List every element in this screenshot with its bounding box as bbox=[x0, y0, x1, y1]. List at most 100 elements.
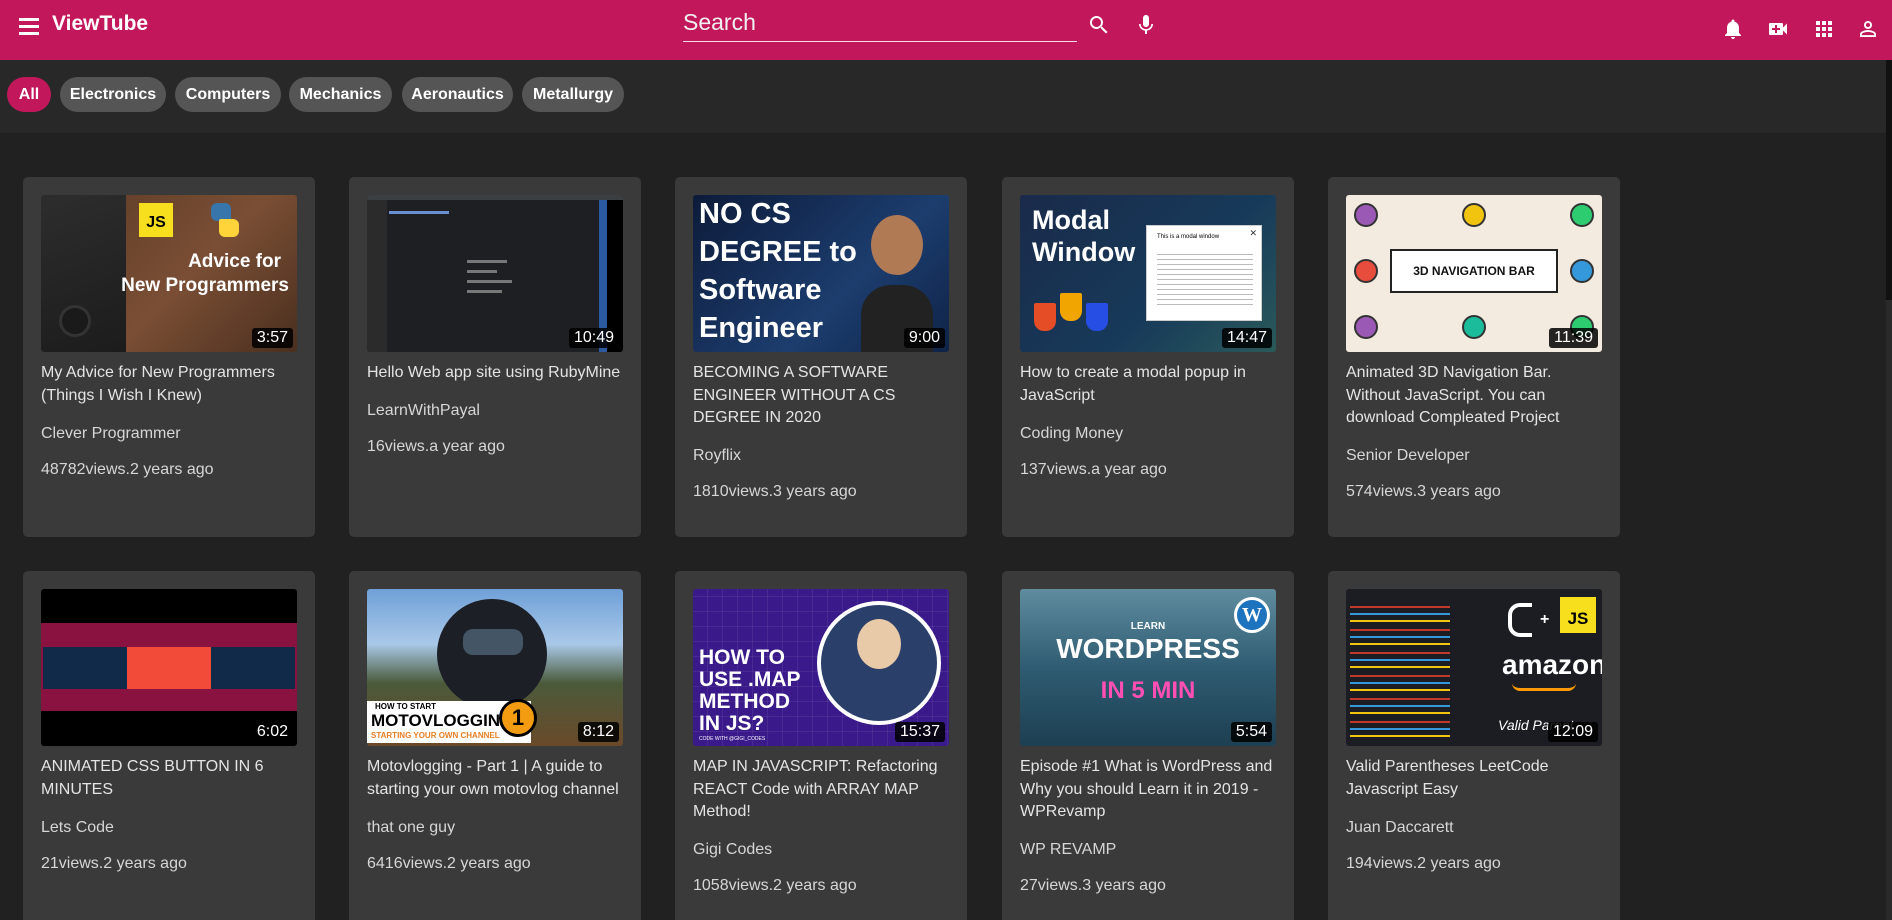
thumbnail-text: 3D NAVIGATION BAR bbox=[1390, 249, 1558, 293]
channel-name[interactable]: Royflix bbox=[693, 447, 741, 465]
thumbnail-text: METHOD bbox=[699, 690, 790, 713]
video-duration: 14:47 bbox=[1221, 328, 1272, 348]
video-card[interactable]: JS Advice for New Programmers 3:57 My Ad… bbox=[23, 177, 315, 537]
css3-icon bbox=[1086, 303, 1108, 331]
nav-dot bbox=[1354, 203, 1378, 227]
chip-mechanics[interactable]: Mechanics bbox=[289, 77, 392, 112]
mic-icon[interactable] bbox=[1134, 13, 1158, 37]
thumbnail-text: Window bbox=[1032, 237, 1136, 267]
video-meta: 1810views.3 years ago bbox=[693, 483, 857, 500]
video-thumbnail[interactable]: HOW TO START MOTOVLOGGING STARTING YOUR … bbox=[367, 589, 623, 746]
video-title[interactable]: Animated 3D Navigation Bar. Without Java… bbox=[1346, 362, 1608, 430]
video-title[interactable]: Motovlogging - Part 1 | A guide to start… bbox=[367, 756, 629, 801]
thumbnail-text: CODE WITH @GIGI_CODES bbox=[699, 736, 766, 742]
thumbnail-text: Software bbox=[699, 274, 822, 306]
video-card[interactable]: HOW TO USE .MAP METHOD IN JS? CODE WITH … bbox=[675, 571, 967, 920]
video-card[interactable]: Modal Window This is a modal window ✕ 14… bbox=[1002, 177, 1294, 537]
js-icon bbox=[1060, 293, 1082, 321]
video-meta: 27views.3 years ago bbox=[1020, 877, 1166, 894]
thumbnail-text: LEARN bbox=[1130, 621, 1166, 632]
thumbnail-text: STARTING YOUR OWN CHANNEL bbox=[371, 731, 500, 740]
chip-metallurgy[interactable]: Metallurgy bbox=[522, 77, 624, 112]
video-title[interactable]: BECOMING A SOFTWARE ENGINEER WITHOUT A C… bbox=[693, 362, 955, 430]
chip-electronics[interactable]: Electronics bbox=[60, 77, 166, 112]
video-thumbnail[interactable]: HOW TO USE .MAP METHOD IN JS? CODE WITH … bbox=[693, 589, 949, 746]
html5-icon bbox=[1034, 303, 1056, 331]
search-input[interactable] bbox=[683, 4, 1077, 40]
scrollbar-thumb[interactable] bbox=[1886, 60, 1892, 300]
demo-button bbox=[127, 647, 211, 689]
video-card[interactable]: 3D NAVIGATION BAR 11:39 Animated 3D Navi… bbox=[1328, 177, 1620, 537]
channel-name[interactable]: Clever Programmer bbox=[41, 425, 181, 443]
account-icon[interactable] bbox=[1856, 17, 1880, 41]
modal-preview: This is a modal window ✕ bbox=[1146, 225, 1262, 321]
channel-name[interactable]: that one guy bbox=[367, 819, 455, 837]
video-thumbnail[interactable]: JS Advice for New Programmers 3:57 bbox=[41, 195, 297, 352]
channel-name[interactable]: Gigi Codes bbox=[693, 841, 772, 859]
video-thumbnail[interactable]: NO CS DEGREE to Software Engineer 9:00 bbox=[693, 195, 949, 352]
video-thumbnail[interactable]: 10:49 bbox=[367, 195, 623, 352]
thumbnail-text: Modal bbox=[1032, 205, 1110, 235]
python-logo-icon bbox=[207, 201, 243, 239]
video-meta: 194views.2 years ago bbox=[1346, 855, 1501, 872]
thumbnail-text: DEGREE to bbox=[699, 236, 857, 268]
video-title[interactable]: Valid Parentheses LeetCode Javascript Ea… bbox=[1346, 756, 1608, 801]
channel-name[interactable]: LearnWithPayal bbox=[367, 402, 480, 420]
chip-aeronautics[interactable]: Aeronautics bbox=[402, 77, 513, 112]
video-card[interactable]: NO CS DEGREE to Software Engineer 9:00 B… bbox=[675, 177, 967, 537]
channel-name[interactable]: Coding Money bbox=[1020, 425, 1123, 443]
channel-name[interactable]: WP REVAMP bbox=[1020, 841, 1116, 859]
video-meta: 1058views.2 years ago bbox=[693, 877, 857, 894]
video-card[interactable]: HOW TO START MOTOVLOGGING STARTING YOUR … bbox=[349, 571, 641, 920]
video-meta: 6416views.2 years ago bbox=[367, 855, 531, 872]
video-meta: 137views.a year ago bbox=[1020, 461, 1167, 478]
video-card[interactable]: 6:02 ANIMATED CSS BUTTON IN 6 MINUTES Le… bbox=[23, 571, 315, 920]
channel-name[interactable]: Lets Code bbox=[41, 819, 114, 837]
video-camera-icon[interactable] bbox=[1766, 17, 1790, 41]
video-thumbnail[interactable]: + JS amazon Valid Parent 12:09 bbox=[1346, 589, 1602, 746]
leetcode-logo-icon bbox=[1508, 603, 1532, 637]
thumbnail-text: amazon bbox=[1502, 649, 1602, 680]
video-card[interactable]: 10:49 Hello Web app site using RubyMine … bbox=[349, 177, 641, 537]
video-title[interactable]: My Advice for New Programmers (Things I … bbox=[41, 362, 303, 407]
nav-dot bbox=[1462, 203, 1486, 227]
video-meta: 48782views.2 years ago bbox=[41, 461, 214, 478]
search-box bbox=[683, 4, 1077, 42]
js-logo-icon: JS bbox=[139, 203, 173, 237]
video-thumbnail[interactable]: 6:02 bbox=[41, 589, 297, 746]
video-card[interactable]: W LEARN WORDPRESS IN 5 MIN 5:54 Episode … bbox=[1002, 571, 1294, 920]
video-title[interactable]: Hello Web app site using RubyMine bbox=[367, 362, 629, 385]
video-thumbnail[interactable]: 3D NAVIGATION BAR 11:39 bbox=[1346, 195, 1602, 352]
top-app-bar: ViewTube bbox=[0, 0, 1892, 60]
video-meta: 21views.2 years ago bbox=[41, 855, 187, 872]
video-title[interactable]: MAP IN JAVASCRIPT: Refactoring REACT Cod… bbox=[693, 756, 955, 824]
video-thumbnail[interactable]: Modal Window This is a modal window ✕ 14… bbox=[1020, 195, 1276, 352]
video-duration: 15:37 bbox=[894, 722, 945, 742]
menu-icon[interactable] bbox=[17, 15, 41, 37]
thumbnail-text: Advice for bbox=[188, 251, 281, 272]
channel-name[interactable]: Senior Developer bbox=[1346, 447, 1470, 465]
channel-name[interactable]: Juan Daccarett bbox=[1346, 819, 1454, 837]
bell-icon[interactable] bbox=[1721, 17, 1745, 41]
thumbnail-text: HOW TO bbox=[699, 646, 785, 669]
video-meta: 16views.a year ago bbox=[367, 438, 505, 455]
thumbnail-text: WORDPRESS bbox=[1056, 633, 1240, 664]
video-duration: 8:12 bbox=[577, 722, 619, 742]
video-thumbnail[interactable]: W LEARN WORDPRESS IN 5 MIN 5:54 bbox=[1020, 589, 1276, 746]
chip-all[interactable]: All bbox=[7, 77, 51, 112]
chip-computers[interactable]: Computers bbox=[175, 77, 281, 112]
video-title[interactable]: ANIMATED CSS BUTTON IN 6 MINUTES bbox=[41, 756, 303, 801]
nav-dot bbox=[1462, 315, 1486, 339]
app-title[interactable]: ViewTube bbox=[52, 12, 148, 36]
apps-grid-icon[interactable] bbox=[1812, 17, 1836, 41]
thumbnail-text: NO CS bbox=[699, 198, 791, 230]
video-title[interactable]: Episode #1 What is WordPress and Why you… bbox=[1020, 756, 1282, 824]
thumbnail-text: USE .MAP bbox=[699, 668, 801, 691]
video-title[interactable]: How to create a modal popup in JavaScrip… bbox=[1020, 362, 1282, 407]
video-duration: 9:00 bbox=[903, 328, 945, 348]
search-icon[interactable] bbox=[1087, 13, 1111, 37]
nav-dot bbox=[1570, 203, 1594, 227]
video-card[interactable]: + JS amazon Valid Parent 12:09 Valid Par… bbox=[1328, 571, 1620, 920]
thumbnail-text: Engineer bbox=[699, 312, 824, 344]
nav-dot bbox=[1570, 259, 1594, 283]
